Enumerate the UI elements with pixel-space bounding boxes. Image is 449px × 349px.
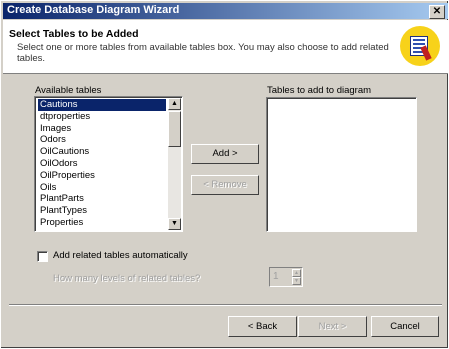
add-related-tables-label: Add related tables automatically (53, 250, 188, 261)
available-table-item[interactable]: Properties (38, 217, 166, 229)
scroll-down-button[interactable]: ▼ (168, 218, 181, 230)
available-table-item[interactable]: Odors (38, 134, 166, 146)
add-related-tables-checkbox[interactable] (37, 251, 48, 262)
tables-to-add-listbox[interactable] (266, 97, 417, 232)
spin-down-button[interactable]: ▼ (292, 277, 301, 285)
available-tables-scrollbar[interactable]: ▲ ▼ (168, 98, 181, 230)
add-button[interactable]: Add > (191, 144, 259, 164)
title-bar: Create Database Diagram Wizard ✕ (3, 3, 448, 19)
window-title: Create Database Diagram Wizard (7, 4, 180, 16)
related-levels-label: How many levels of related tables? (53, 273, 201, 284)
step-title: Select Tables to be Added (9, 28, 139, 40)
available-table-item[interactable]: Cautions (37, 98, 167, 112)
related-levels-spinner[interactable]: 1 ▲ ▼ (269, 267, 303, 287)
available-table-item[interactable]: PlantTypes (38, 205, 166, 217)
available-table-item[interactable]: dtproperties (38, 111, 166, 123)
available-table-item[interactable]: OilOdors (38, 158, 166, 170)
available-tables-label: Available tables (35, 85, 102, 96)
scroll-up-icon: ▲ (171, 100, 178, 107)
wizard-header: Select Tables to be Added Select one or … (3, 20, 448, 74)
related-levels-value: 1 (273, 271, 279, 282)
available-table-item[interactable]: Images (38, 123, 166, 135)
footer-separator (9, 304, 442, 306)
available-tables-items: Cautions dtproperties Images Odors OilCautio… (37, 98, 167, 229)
available-tables-listbox[interactable]: Cautions dtproperties Images Odors OilCautio… (34, 96, 183, 232)
remove-button[interactable]: < Remove (191, 175, 259, 195)
available-table-item[interactable]: PlantParts (38, 193, 166, 205)
scroll-down-icon: ▼ (171, 220, 178, 227)
cancel-button[interactable]: Cancel (371, 316, 439, 337)
spin-down-icon: ▼ (294, 278, 299, 284)
tables-to-add-label: Tables to add to diagram (267, 85, 372, 96)
close-icon: ✕ (432, 6, 442, 17)
database-diagram-wizard-icon (400, 26, 440, 66)
available-table-item[interactable]: OilCautions (38, 146, 166, 158)
scroll-thumb[interactable] (168, 111, 181, 147)
wizard-window: Create Database Diagram Wizard ✕ Select … (0, 0, 449, 349)
scroll-up-button[interactable]: ▲ (168, 98, 181, 110)
spin-up-button[interactable]: ▲ (292, 269, 301, 277)
pen-icon (420, 45, 432, 61)
next-button[interactable]: Next > (298, 316, 367, 337)
close-button[interactable]: ✕ (429, 5, 445, 19)
available-table-item[interactable]: OilProperties (38, 170, 166, 182)
available-table-item[interactable]: Oils (38, 182, 166, 194)
spin-up-icon: ▲ (294, 270, 299, 276)
back-button[interactable]: < Back (228, 316, 297, 337)
step-description: Select one or more tables from available… (17, 42, 389, 64)
